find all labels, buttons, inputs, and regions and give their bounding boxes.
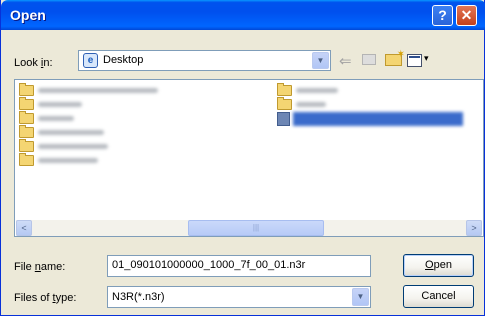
look-in-dropdown[interactable]: e Desktop ▼ xyxy=(78,50,331,71)
folder-icon xyxy=(277,83,292,96)
folder-icon xyxy=(19,153,34,166)
chevron-down-icon[interactable]: ▼ xyxy=(312,52,329,69)
list-item[interactable] xyxy=(19,111,179,126)
list-item[interactable] xyxy=(19,125,179,140)
folder-icon xyxy=(19,83,34,96)
blurred-filename xyxy=(296,88,338,93)
desktop-icon: e xyxy=(83,53,98,68)
folder-icon xyxy=(19,111,34,124)
list-item-selected[interactable] xyxy=(277,112,467,126)
horizontal-scrollbar[interactable]: < ||| > xyxy=(16,220,482,236)
view-menu-icon[interactable] xyxy=(407,54,422,67)
close-button[interactable]: ✕ xyxy=(456,5,477,26)
up-folder-icon[interactable] xyxy=(362,54,376,65)
cancel-button[interactable]: Cancel xyxy=(403,285,474,308)
look-in-value: Desktop xyxy=(103,54,144,66)
list-item[interactable] xyxy=(277,83,467,98)
file-type-dropdown[interactable]: N3R(*.n3r) ▼ xyxy=(107,286,371,308)
file-list[interactable]: < ||| > xyxy=(14,79,484,237)
file-icon xyxy=(277,112,290,126)
list-item[interactable] xyxy=(277,97,467,112)
open-dialog: Open ? ✕ Look in: e Desktop ▼ ⇐ ✶ ▾ < ||… xyxy=(0,0,485,316)
file-type-value: N3R(*.n3r) xyxy=(112,291,165,303)
view-menu-arrow-icon[interactable]: ▾ xyxy=(424,53,429,64)
scroll-right-button[interactable]: > xyxy=(466,220,482,236)
file-name-label: File name: xyxy=(14,261,66,273)
folder-icon xyxy=(19,125,34,138)
blurred-filename xyxy=(38,116,74,121)
blurred-filename xyxy=(38,130,104,135)
folder-icon xyxy=(19,97,34,110)
title-bar[interactable]: Open ? ✕ xyxy=(1,0,485,30)
look-in-label: Look in: xyxy=(14,57,53,69)
scroll-thumb[interactable]: ||| xyxy=(188,220,324,236)
list-item[interactable] xyxy=(19,153,179,168)
back-icon[interactable]: ⇐ xyxy=(339,52,352,70)
blurred-filename xyxy=(38,102,82,107)
blurred-filename xyxy=(38,158,98,163)
chevron-down-icon[interactable]: ▼ xyxy=(352,288,369,306)
list-item[interactable] xyxy=(19,139,179,154)
list-item[interactable] xyxy=(19,83,179,98)
selected-filename-highlight xyxy=(293,112,463,126)
list-item[interactable] xyxy=(19,97,179,112)
new-folder-icon[interactable]: ✶ xyxy=(385,49,405,66)
folder-icon xyxy=(19,139,34,152)
blurred-filename xyxy=(38,144,108,149)
files-of-type-label: Files of type: xyxy=(14,292,77,304)
blurred-filename xyxy=(296,102,326,107)
scroll-left-button[interactable]: < xyxy=(16,220,32,236)
folder-icon xyxy=(277,97,292,110)
open-button[interactable]: Open xyxy=(403,254,474,277)
help-button[interactable]: ? xyxy=(432,5,453,26)
dialog-title: Open xyxy=(10,7,46,23)
file-name-input[interactable]: 01_090101000000_1000_7f_00_01.n3r xyxy=(107,255,371,277)
blurred-filename xyxy=(38,88,158,93)
